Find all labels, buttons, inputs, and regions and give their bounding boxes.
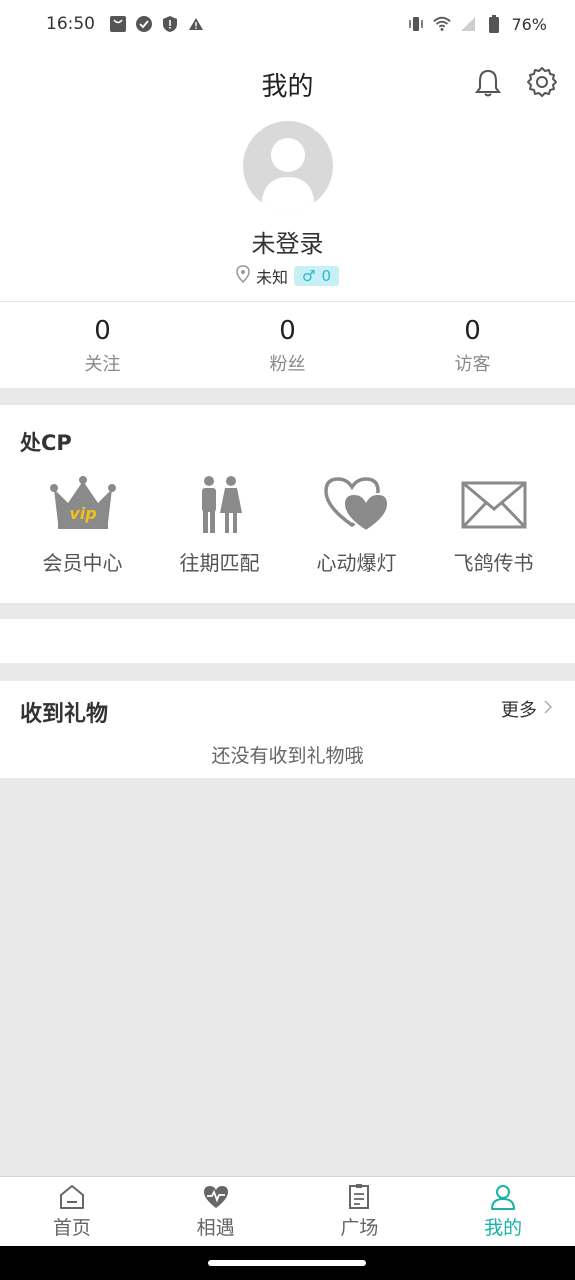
home-icon (59, 1185, 84, 1209)
system-nav-bar (0, 1246, 575, 1280)
more-link[interactable]: 更多 (501, 696, 553, 722)
tab-me[interactable]: 我的 (431, 1177, 575, 1246)
warning-icon (187, 15, 205, 33)
stat-value: 0 (279, 316, 296, 346)
cp-item-pigeon-mail[interactable]: 飞鸽传书 (425, 473, 562, 576)
stat-value: 0 (94, 316, 111, 346)
cp-label: 飞鸽传书 (453, 551, 534, 575)
shopping-bag-icon (109, 15, 127, 33)
stat-visitors[interactable]: 0 访客 (380, 316, 565, 376)
location-pin-icon (236, 265, 250, 287)
tab-home[interactable]: 首页 (0, 1177, 144, 1246)
stat-label: 粉丝 (269, 354, 306, 375)
battery-icon (485, 15, 503, 33)
more-label: 更多 (501, 700, 537, 721)
signal-icon (459, 15, 477, 33)
stat-label: 关注 (84, 354, 121, 375)
svg-text:vip: vip (69, 504, 96, 523)
battery-level: 76% (511, 14, 547, 34)
home-indicator[interactable] (208, 1260, 366, 1266)
bell-icon[interactable] (474, 68, 502, 98)
profile-section: 我的 未登录 未知 ♂ 0 0 关注 0 粉丝 0 访客 (0, 48, 575, 388)
tab-label: 首页 (52, 1217, 91, 1239)
notification-icons (109, 15, 205, 33)
gender-badge: ♂ 0 (294, 266, 339, 286)
cp-label: 心动爆灯 (316, 551, 397, 575)
status-bar: 16:50 76% (0, 0, 575, 48)
shield-alert-icon (161, 15, 179, 33)
cp-label: 往期匹配 (179, 551, 260, 575)
empty-section (0, 619, 575, 663)
stat-value: 0 (464, 316, 481, 346)
gifts-section: 收到礼物 更多 还没有收到礼物哦 (0, 681, 575, 778)
chevron-right-icon (543, 699, 553, 720)
profile-meta: 未知 ♂ 0 (0, 264, 575, 288)
tab-encounter[interactable]: 相遇 (144, 1177, 288, 1246)
stat-following[interactable]: 0 关注 (10, 316, 195, 376)
hearts-icon (322, 473, 392, 537)
cp-item-past-matches[interactable]: 往期匹配 (151, 473, 288, 576)
divider (0, 301, 575, 302)
bottom-tab-bar: 首页 相遇 广场 我的 (0, 1176, 575, 1246)
cp-label: 会员中心 (42, 551, 123, 575)
cp-title: 处CP (20, 431, 72, 455)
cp-item-vip-center[interactable]: vip 会员中心 (14, 473, 151, 576)
person-icon (491, 1185, 516, 1210)
gifts-empty-text: 还没有收到礼物哦 (211, 745, 364, 767)
check-circle-icon (135, 15, 153, 33)
vibrate-icon (407, 15, 425, 33)
tab-label: 我的 (484, 1217, 523, 1239)
avatar[interactable] (243, 121, 333, 211)
gifts-title: 收到礼物 (20, 702, 109, 727)
cp-section: 处CP vip 会员中心 往期匹配 心动爆灯 飞鸽传书 (0, 405, 575, 603)
cp-item-heartbeat-light[interactable]: 心动爆灯 (288, 473, 425, 576)
status-time: 16:50 (46, 14, 95, 34)
gender-count: 0 (321, 267, 331, 285)
username[interactable]: 未登录 (0, 224, 575, 259)
couple-icon (185, 473, 255, 537)
stats-row: 0 关注 0 粉丝 0 访客 (0, 316, 575, 376)
envelope-icon (459, 473, 529, 537)
stat-fans[interactable]: 0 粉丝 (195, 316, 380, 376)
vip-crown-icon: vip (48, 473, 118, 537)
location-text: 未知 (255, 268, 288, 287)
wifi-icon (433, 15, 452, 33)
gear-icon[interactable] (526, 66, 558, 98)
stat-label: 访客 (454, 354, 491, 375)
heartbeat-icon (203, 1186, 228, 1208)
tab-square[interactable]: 广场 (288, 1177, 432, 1246)
tab-label: 相遇 (196, 1217, 235, 1239)
male-icon: ♂ (302, 267, 316, 285)
tab-label: 广场 (340, 1217, 379, 1239)
square-icon (349, 1184, 370, 1209)
system-status: 76% (407, 15, 547, 34)
cp-grid: vip 会员中心 往期匹配 心动爆灯 飞鸽传书 (14, 473, 562, 576)
